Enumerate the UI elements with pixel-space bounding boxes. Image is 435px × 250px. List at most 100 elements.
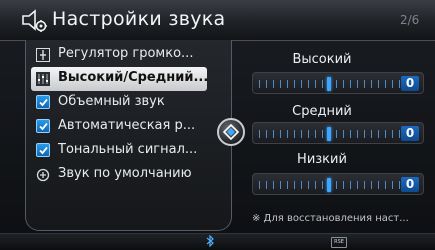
slider-tick bbox=[371, 130, 372, 138]
menu-item-surround[interactable]: Объемный звук bbox=[31, 91, 230, 115]
slider-tick bbox=[392, 181, 393, 189]
slider-tick bbox=[399, 80, 400, 88]
slider-tick bbox=[378, 130, 379, 138]
high-slider[interactable]: 0 bbox=[252, 72, 424, 94]
equalizer-icon bbox=[36, 71, 50, 86]
slider-tick bbox=[343, 181, 344, 189]
slider-tick bbox=[392, 80, 393, 88]
slider-tick bbox=[378, 181, 379, 189]
high-label: Высокий bbox=[292, 52, 352, 67]
reset-sound-icon bbox=[36, 167, 50, 182]
menu-item-auto-volume[interactable]: Автоматическая р... bbox=[31, 115, 230, 139]
slider-tick bbox=[385, 181, 386, 189]
slider-tick bbox=[294, 80, 295, 88]
low-slider[interactable]: 0 bbox=[252, 173, 424, 195]
slider-tick bbox=[336, 130, 337, 138]
slider-tick bbox=[343, 80, 344, 88]
low-value: 0 bbox=[401, 177, 419, 192]
slider-tick bbox=[273, 181, 274, 189]
menu-item-label: Автоматическая р... bbox=[58, 118, 196, 133]
menu-item-default-sound[interactable]: Звук по умолчанию bbox=[31, 163, 230, 187]
slider-tick bbox=[364, 181, 365, 189]
slider-tick bbox=[287, 80, 288, 88]
bluetooth-icon bbox=[206, 234, 214, 250]
checkbox-checked-icon[interactable] bbox=[36, 143, 50, 157]
slider-tick bbox=[336, 181, 337, 189]
slider-tick bbox=[336, 80, 337, 88]
slider-tick bbox=[378, 80, 379, 88]
slider-tick bbox=[280, 80, 281, 88]
slider-tick bbox=[315, 80, 316, 88]
slider-tick bbox=[350, 181, 351, 189]
checkbox-checked-icon[interactable] bbox=[36, 119, 50, 133]
mid-label: Средний bbox=[292, 104, 352, 119]
slider-tick bbox=[357, 130, 358, 138]
header-bar: Настройки звука 2/6 bbox=[0, 0, 435, 41]
menu-item-label: Объемный звук bbox=[58, 94, 165, 109]
slider-tick bbox=[392, 130, 393, 138]
slider-tick bbox=[280, 130, 281, 138]
slider-tick bbox=[315, 130, 316, 138]
slider-tick bbox=[399, 181, 400, 189]
slider-tick bbox=[364, 80, 365, 88]
slider-tick bbox=[308, 181, 309, 189]
mid-slider[interactable]: 0 bbox=[252, 122, 424, 144]
slider-tick bbox=[287, 181, 288, 189]
settings-menu: Регулятор громко... Высокий/Средний... О… bbox=[25, 40, 232, 231]
page-indicator: 2/6 bbox=[400, 13, 420, 27]
slider-tick bbox=[371, 80, 372, 88]
slider-tick bbox=[343, 130, 344, 138]
slider-tick bbox=[308, 80, 309, 88]
slider-tick bbox=[301, 181, 302, 189]
slider-tick bbox=[350, 130, 351, 138]
checkbox-checked-icon[interactable] bbox=[36, 95, 50, 109]
slider-tick bbox=[273, 80, 274, 88]
slider-tick bbox=[301, 130, 302, 138]
slider-tick bbox=[287, 130, 288, 138]
diamond-arrow-icon bbox=[223, 124, 239, 140]
slider-tick bbox=[364, 130, 365, 138]
slider-tick bbox=[371, 181, 372, 189]
slider-ticks bbox=[259, 127, 400, 141]
slider-tick bbox=[294, 181, 295, 189]
slider-ticks bbox=[259, 77, 400, 91]
slider-tick bbox=[399, 130, 400, 138]
page-title: Настройки звука bbox=[52, 8, 226, 30]
slider-tick bbox=[259, 80, 260, 88]
slider-tick bbox=[280, 181, 281, 189]
volume-slider-icon bbox=[36, 47, 50, 62]
slider-tick bbox=[322, 130, 323, 138]
slider-tick bbox=[357, 181, 358, 189]
slider-tick bbox=[357, 80, 358, 88]
menu-item-beep[interactable]: Тональный сигнал... bbox=[31, 139, 230, 163]
slider-ticks bbox=[259, 178, 400, 192]
menu-item-tone[interactable]: Высокий/Средний... bbox=[31, 67, 209, 91]
menu-item-label: Высокий/Средний... bbox=[58, 70, 209, 85]
slider-tick bbox=[266, 80, 267, 88]
slider-knob[interactable] bbox=[327, 127, 331, 141]
slider-tick bbox=[315, 181, 316, 189]
slider-tick bbox=[350, 80, 351, 88]
mid-value: 0 bbox=[401, 126, 419, 141]
sound-settings-screen: Настройки звука 2/6 Регулятор громко... bbox=[0, 0, 435, 250]
menu-item-volume[interactable]: Регулятор громко... bbox=[31, 43, 230, 67]
menu-item-label: Регулятор громко... bbox=[58, 46, 194, 61]
slider-tick bbox=[266, 181, 267, 189]
rotary-dial-control[interactable] bbox=[217, 118, 245, 146]
status-bar: RSE bbox=[0, 233, 435, 250]
slider-tick bbox=[322, 181, 323, 189]
slider-tick bbox=[259, 130, 260, 138]
slider-tick bbox=[273, 130, 274, 138]
menu-item-label: Тональный сигнал... bbox=[58, 142, 198, 157]
speaker-settings-icon[interactable] bbox=[20, 7, 50, 33]
slider-tick bbox=[294, 130, 295, 138]
slider-knob[interactable] bbox=[327, 178, 331, 192]
menu-item-label: Звук по умолчанию bbox=[58, 166, 192, 181]
high-value: 0 bbox=[401, 76, 419, 91]
rse-badge: RSE bbox=[331, 237, 347, 248]
slider-tick bbox=[308, 130, 309, 138]
slider-tick bbox=[385, 130, 386, 138]
restore-note: ※ Для восстановления наст... bbox=[252, 213, 409, 224]
slider-knob[interactable] bbox=[327, 77, 331, 91]
slider-tick bbox=[322, 80, 323, 88]
